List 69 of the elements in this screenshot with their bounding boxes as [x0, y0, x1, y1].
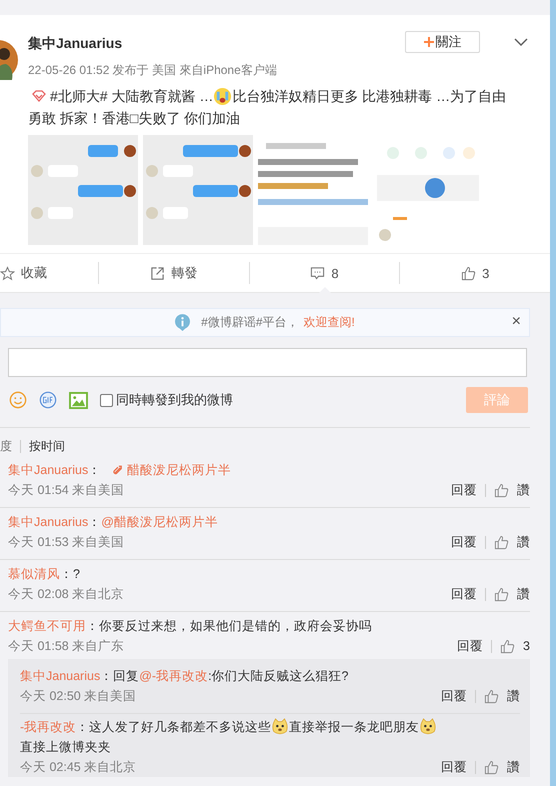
post-text: #北师大# 大陆教育就酱 …	[50, 87, 214, 106]
thumbs-up-icon[interactable]	[484, 688, 499, 704]
like-count[interactable]: 讚	[507, 688, 520, 704]
reply-button[interactable]: 回覆	[451, 482, 477, 498]
notice-text: #微博辟谣#平台，	[201, 314, 298, 331]
gif-icon[interactable]	[39, 391, 57, 409]
checkbox-label[interactable]: 同時轉發到我的微博	[116, 391, 233, 409]
dog-emoji-icon	[419, 718, 438, 736]
thumbs-up-icon	[461, 266, 476, 280]
sort-tab[interactable]: 度	[0, 438, 12, 454]
like-button[interactable]: 3	[400, 254, 550, 292]
star-icon	[0, 266, 15, 280]
comment-time: 今天 01:54 来自美国	[8, 482, 124, 498]
comment-text: 直接上微博夹夹	[20, 739, 111, 756]
share-icon	[150, 266, 166, 280]
thumbs-up-icon[interactable]	[494, 586, 509, 602]
chevron-down-icon[interactable]	[514, 38, 528, 46]
thumbs-up-icon[interactable]	[500, 638, 516, 654]
comment-text: 这人发了好几条都差不多说这些	[89, 719, 272, 736]
colon-text: ：	[86, 618, 99, 635]
comment-button[interactable]: 8	[250, 254, 400, 292]
crying-emoji-icon	[213, 86, 232, 106]
diamond-icon	[32, 90, 46, 102]
reply-button[interactable]: 回覆	[441, 688, 467, 704]
comment-text: :你们大陆反贼这么猖狂?	[208, 668, 348, 685]
post-text: 勇敢 拆家！香港□失败了 你们加油	[28, 109, 240, 128]
plus-icon	[424, 37, 434, 47]
comment-icon	[310, 266, 326, 280]
like-count[interactable]: 讚	[517, 534, 530, 550]
info-icon	[175, 314, 190, 331]
comment-time: 今天 01:58 来自广东	[8, 638, 124, 654]
comment-time: 今天 02:45 来自北京	[20, 758, 136, 776]
follow-button[interactable]: 關注	[405, 31, 480, 53]
author-name[interactable]: 集中Januarius	[28, 35, 277, 53]
comment-text: 回复	[113, 668, 140, 685]
colon-text: ：	[60, 566, 73, 583]
smiley-icon[interactable]	[9, 391, 27, 409]
reply-button[interactable]: 回覆	[451, 534, 477, 550]
thumbs-up-icon[interactable]	[484, 760, 499, 774]
post-text: 比台独洋奴精日更多 比港独耕毒 …为了自由	[232, 87, 506, 106]
comment-time: 今天 02:08 来自北京	[8, 586, 124, 602]
thumbs-up-icon[interactable]	[494, 534, 509, 550]
colon-text: ：	[100, 668, 114, 685]
colon-text: ：	[76, 719, 90, 736]
comment-text: ?	[73, 566, 80, 583]
reply-button[interactable]: 回覆	[457, 638, 484, 654]
like-count[interactable]: 讚	[517, 482, 530, 498]
close-button[interactable]: ×	[512, 313, 521, 331]
like-count[interactable]: 讚	[507, 758, 520, 776]
comment-input-field[interactable]	[8, 348, 527, 377]
favorite-button[interactable]: 收藏	[0, 254, 98, 292]
dog-emoji-icon	[271, 718, 290, 736]
comment-time: 今天 02:50 来自美国	[20, 688, 136, 704]
like-count[interactable]: 讚	[517, 586, 530, 602]
reply-button[interactable]: 回覆	[441, 758, 467, 776]
repost-button[interactable]: 轉發	[99, 254, 249, 292]
colon-text: ：	[88, 462, 102, 479]
post-meta: 22-05-26 01:52 发布于 美国 來自iPhone客户端	[28, 62, 277, 79]
colon-text: ：	[88, 514, 102, 531]
reply-button[interactable]: 回覆	[451, 586, 477, 602]
link-icon	[111, 464, 124, 476]
image-icon[interactable]	[69, 392, 88, 408]
sort-tab[interactable]: 按时间	[29, 438, 65, 454]
comment-text: 直接举报一条龙吧朋友	[289, 719, 420, 736]
comment-time: 今天 01:53 来自美国	[8, 534, 124, 550]
like-count[interactable]: 3	[523, 639, 530, 653]
checkbox[interactable]	[100, 394, 113, 406]
thumbs-up-icon[interactable]	[494, 482, 509, 498]
comment-text: 你要反过来想，如果他们是错的，政府会妥协吗	[99, 618, 372, 635]
